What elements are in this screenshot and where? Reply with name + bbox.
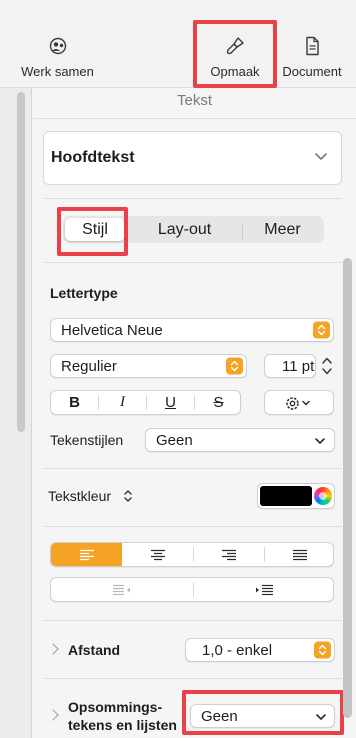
- divider: [33, 118, 356, 119]
- font-size-stepper[interactable]: [320, 354, 334, 378]
- align-left-button[interactable]: [51, 543, 122, 566]
- collaborate-button[interactable]: Werk samen: [10, 0, 105, 88]
- document-icon: [306, 36, 319, 56]
- underline-button[interactable]: U: [147, 391, 194, 414]
- strikethrough-button[interactable]: S: [195, 391, 242, 414]
- align-center-icon: [150, 549, 165, 560]
- align-right-icon: [221, 549, 236, 560]
- font-style-buttons: B I U S: [50, 390, 241, 415]
- popup-stepper-icon: [226, 357, 243, 375]
- bullets-label: Opsommings- tekens en lijsten: [68, 698, 177, 734]
- font-size-field[interactable]: 11 pt: [264, 354, 316, 378]
- spacing-value: 1,0 - enkel: [202, 641, 273, 659]
- bold-button[interactable]: B: [51, 391, 98, 414]
- font-family-value: Helvetica Neue: [61, 321, 163, 339]
- text-color-label-text: Tekstkleur: [48, 488, 112, 504]
- collaborate-icon: [49, 37, 66, 55]
- divider: [43, 678, 342, 679]
- popup-stepper-icon: [313, 321, 330, 339]
- font-section-label: Lettertype: [50, 285, 118, 301]
- divider: [43, 262, 342, 263]
- typeface-value: Regulier: [61, 357, 117, 375]
- text-color-well[interactable]: [257, 483, 335, 509]
- inspector-title: Tekst: [176, 92, 212, 109]
- underline-label: U: [165, 394, 176, 411]
- divider: [43, 526, 342, 527]
- color-wheel-icon[interactable]: [314, 487, 332, 505]
- align-right-button[interactable]: [193, 543, 264, 566]
- gear-icon: [286, 397, 310, 410]
- chevron-down-icon: [315, 153, 327, 160]
- color-swatch: [260, 486, 312, 506]
- tab-layout[interactable]: Lay-out: [127, 216, 242, 243]
- indent-buttons: [50, 577, 334, 602]
- divider: [43, 468, 342, 469]
- decrease-indent-icon: [113, 584, 130, 595]
- increase-indent-button[interactable]: [193, 578, 335, 601]
- increase-indent-icon: [256, 584, 273, 595]
- highlight-style-tab: [57, 207, 128, 256]
- left-scrollbar[interactable]: [17, 92, 25, 432]
- divider: [43, 620, 342, 621]
- document-pane-edge: [0, 88, 32, 738]
- paragraph-style-name: Hoofdtekst: [51, 149, 135, 166]
- character-styles-label: Tekenstijlen: [50, 432, 124, 448]
- highlight-bullets-popup: [182, 690, 344, 735]
- divider: [43, 198, 342, 199]
- up-down-chevron-icon: [318, 644, 327, 656]
- toolbar: Werk samen Opmaak Document: [0, 0, 356, 88]
- character-styles-value: Geen: [156, 431, 193, 449]
- spacing-label: Afstand: [68, 642, 121, 658]
- tab-more-label: Meer: [264, 220, 301, 238]
- highlight-format-button: [193, 20, 277, 88]
- italic-button[interactable]: I: [99, 391, 146, 414]
- bullets-label-line2: tekens en lijsten: [68, 717, 177, 733]
- align-left-icon: [79, 549, 94, 560]
- text-color-label[interactable]: Tekstkleur: [48, 488, 111, 504]
- typeface-popup[interactable]: Regulier: [50, 354, 247, 378]
- spacing-popup[interactable]: 1,0 - enkel: [185, 638, 335, 662]
- align-justify-icon: [292, 549, 307, 560]
- character-styles-popup[interactable]: Geen: [145, 428, 335, 452]
- right-scrollbar[interactable]: [343, 258, 352, 718]
- tab-more[interactable]: Meer: [243, 216, 322, 243]
- paragraph-style-popup[interactable]: Hoofdtekst: [43, 131, 342, 185]
- up-down-chevron-icon[interactable]: [123, 488, 133, 504]
- advanced-options-button[interactable]: [264, 390, 334, 415]
- italic-label: I: [120, 394, 125, 410]
- font-family-popup[interactable]: Helvetica Neue: [50, 318, 334, 342]
- decrease-indent-button[interactable]: [51, 578, 193, 601]
- bold-label: B: [69, 394, 80, 411]
- up-down-chevron-icon: [230, 360, 239, 372]
- color-wheel-center: [319, 492, 327, 500]
- align-justify-button[interactable]: [264, 543, 333, 566]
- collaborate-label: Werk samen: [21, 64, 94, 79]
- tab-layout-label: Lay-out: [157, 220, 212, 238]
- font-size-value: 11 pt: [282, 357, 315, 375]
- document-label: Document: [282, 64, 342, 79]
- chevron-down-icon: [315, 438, 325, 444]
- document-button[interactable]: Document: [276, 0, 348, 88]
- alignment-buttons: [50, 542, 334, 567]
- bullets-label-line1: Opsommings-: [68, 699, 163, 715]
- up-down-chevron-icon: [317, 324, 326, 336]
- align-center-button[interactable]: [122, 543, 193, 566]
- strikethrough-label: S: [213, 394, 224, 411]
- popup-stepper-icon: [314, 641, 331, 659]
